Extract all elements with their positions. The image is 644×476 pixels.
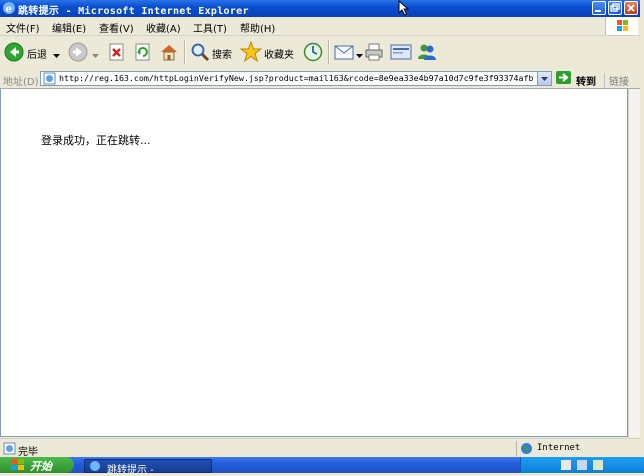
status-bar: 完毕 Internet	[0, 438, 640, 458]
search-label[interactable]: 搜索	[212, 46, 232, 61]
minimize-button[interactable]	[592, 1, 606, 15]
links-button[interactable]: 链接	[604, 73, 629, 88]
security-zone: Internet	[516, 441, 637, 456]
menu-file[interactable]: 文件(F)	[6, 20, 40, 35]
menu-bar: 文件(F) 编辑(E) 查看(V) 收藏(A) 工具(T) 帮助(H)	[0, 17, 640, 36]
ie-window: e 跳转提示 - Microsoft Internet Explorer 文件(…	[0, 0, 644, 476]
mail-dropdown-icon[interactable]	[356, 49, 363, 62]
tray-icon[interactable]	[577, 460, 587, 473]
page-content: 登录成功，正在跳转...	[0, 89, 628, 437]
page-icon	[43, 72, 56, 88]
back-dropdown-icon[interactable]	[53, 49, 60, 62]
task-label[interactable]: 跳转提示 -	[107, 461, 154, 476]
favorites-star-icon[interactable]	[239, 40, 263, 66]
title-bar[interactable]: e 跳转提示 - Microsoft Internet Explorer	[0, 0, 640, 17]
windows-logo-icon	[605, 17, 638, 35]
svg-text:e: e	[6, 4, 12, 15]
menu-view[interactable]: 查看(V)	[99, 20, 134, 35]
taskbar: 开始 跳转提示 -	[0, 457, 644, 476]
address-field[interactable]: http://reg.163.com/httpLoginVerifyNew.js…	[40, 71, 552, 86]
done-page-icon	[3, 442, 16, 458]
address-label: 地址(D)	[3, 77, 39, 88]
go-label[interactable]: 转到	[576, 73, 596, 88]
go-arrow-icon	[556, 71, 571, 84]
address-bar: 地址(D) http://reg.163.com/httpLoginVerify…	[0, 70, 640, 89]
messenger-icon[interactable]	[417, 42, 437, 65]
tray-icon[interactable]	[561, 460, 571, 473]
forward-dropdown-icon[interactable]	[92, 49, 99, 62]
tray-icon[interactable]	[593, 460, 603, 473]
start-label[interactable]: 开始	[30, 458, 52, 474]
go-button[interactable]: 转到	[556, 71, 600, 88]
search-icon[interactable]	[190, 42, 210, 65]
status-text: 完毕	[18, 447, 38, 458]
toolbar-separator	[328, 40, 330, 64]
windows-flag-icon	[10, 459, 26, 474]
taskbar-item-ie[interactable]: 跳转提示 -	[84, 459, 212, 476]
window-title: 跳转提示 - Microsoft Internet Explorer	[18, 6, 249, 17]
address-dropdown-icon[interactable]	[537, 72, 551, 85]
menu-edit[interactable]: 编辑(E)	[52, 20, 86, 35]
mouse-pointer-icon	[398, 0, 410, 19]
menu-favorites[interactable]: 收藏(A)	[146, 20, 181, 35]
menu-help[interactable]: 帮助(H)	[240, 20, 275, 35]
vertical-scrollbar[interactable]	[628, 89, 640, 437]
zone-label: Internet	[537, 443, 581, 453]
favorites-label[interactable]: 收藏夹	[264, 46, 294, 61]
menu-tools[interactable]: 工具(T)	[193, 20, 227, 35]
toolbar-separator	[184, 40, 186, 64]
ie-app-icon[interactable]: e	[2, 1, 16, 15]
mail-icon[interactable]	[334, 43, 356, 64]
print-icon[interactable]	[364, 42, 384, 65]
address-url[interactable]: http://reg.163.com/httpLoginVerifyNew.js…	[59, 73, 534, 83]
refresh-button[interactable]	[134, 43, 152, 64]
system-tray	[520, 457, 644, 473]
stop-button[interactable]	[108, 43, 126, 64]
start-button[interactable]: 开始	[0, 457, 74, 473]
maximize-button[interactable]	[608, 1, 622, 15]
forward-button[interactable]	[68, 42, 88, 65]
close-button[interactable]	[624, 1, 638, 15]
home-button[interactable]	[159, 42, 179, 65]
history-icon[interactable]	[303, 42, 323, 65]
edit-icon[interactable]	[390, 43, 412, 64]
back-button[interactable]	[4, 42, 24, 65]
standard-toolbar: 后退 搜索 收藏夹	[0, 36, 640, 71]
login-success-message: 登录成功，正在跳转...	[41, 134, 151, 147]
back-label[interactable]: 后退	[27, 46, 47, 61]
globe-icon	[520, 442, 533, 458]
